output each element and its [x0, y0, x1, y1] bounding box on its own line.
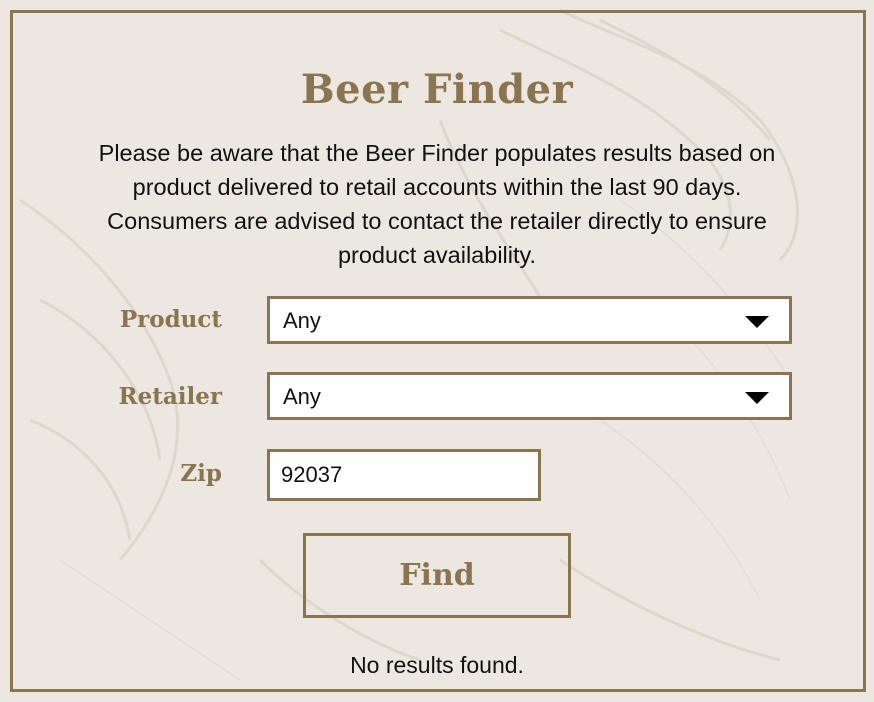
zip-label: Zip	[180, 460, 222, 487]
zip-input[interactable]	[267, 449, 541, 501]
page-title: Beer Finder	[300, 66, 574, 113]
caret-down-icon	[745, 316, 769, 328]
retailer-select-value: Any	[283, 384, 321, 409]
product-select-value: Any	[283, 308, 321, 333]
retailer-label: Retailer	[118, 383, 223, 410]
product-select[interactable]: Any	[267, 296, 792, 344]
availability-notice: Please be aware that the Beer Finder pop…	[98, 140, 776, 268]
retailer-select[interactable]: Any	[267, 372, 792, 420]
caret-down-icon	[745, 392, 769, 404]
product-label: Product	[119, 306, 222, 333]
results-message: No results found.	[350, 652, 524, 678]
find-button[interactable]: Find	[303, 533, 571, 618]
